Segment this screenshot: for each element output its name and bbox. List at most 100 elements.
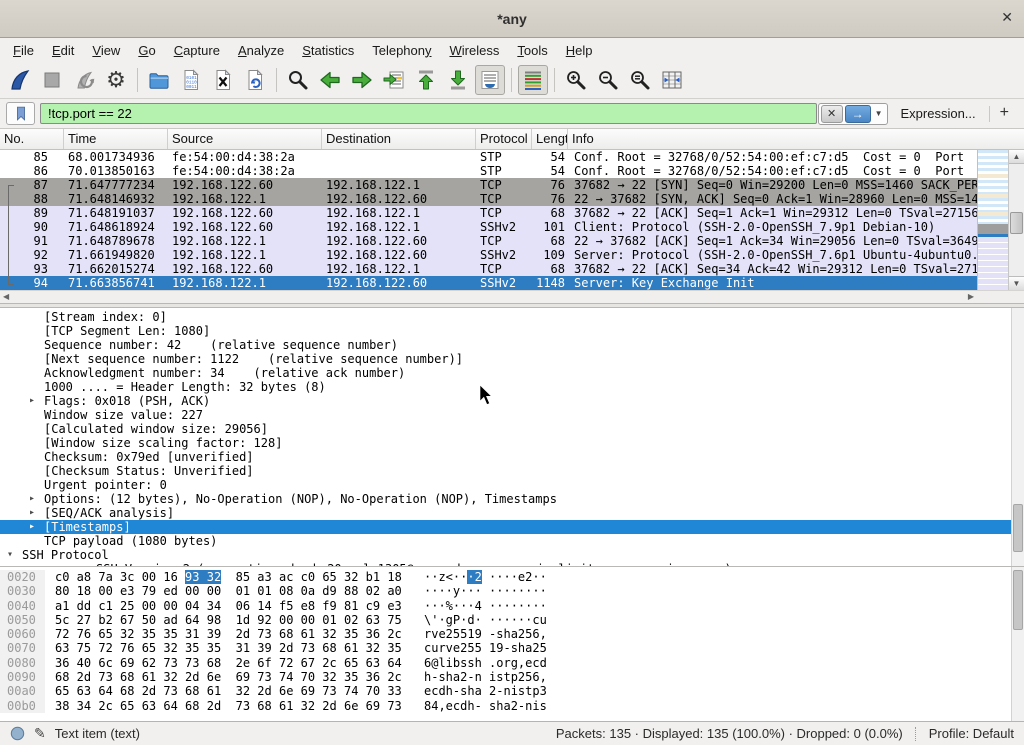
packet-row[interactable]: 9171.648789678192.168.122.1192.168.122.6… — [0, 234, 977, 248]
collapsed-arrow-icon[interactable]: ▸ — [29, 520, 35, 534]
auto-scroll-button[interactable] — [475, 65, 505, 95]
detail-line[interactable]: ▸[Timestamps] — [0, 520, 1011, 534]
packet-row[interactable]: 9271.661949820192.168.122.1192.168.122.6… — [0, 248, 977, 262]
menu-go[interactable]: Go — [129, 40, 164, 61]
scroll-left-arrow-icon[interactable]: ◀ — [3, 291, 9, 302]
menu-capture[interactable]: Capture — [165, 40, 229, 61]
column-header-length[interactable]: Length — [532, 129, 568, 149]
add-filter-button[interactable]: + — [995, 104, 1018, 124]
collapsed-arrow-icon[interactable]: ▸ — [29, 506, 35, 520]
menu-analyze[interactable]: Analyze — [229, 40, 293, 61]
column-header-destination[interactable]: Destination — [322, 129, 476, 149]
detail-line[interactable]: ▸Options: (12 bytes), No-Operation (NOP)… — [0, 492, 1011, 506]
packet-row[interactable]: 9071.648618924192.168.122.60192.168.122.… — [0, 220, 977, 234]
detail-line[interactable]: ▸Flags: 0x018 (PSH, ACK) — [0, 394, 1011, 408]
scrollbar-thumb[interactable] — [1013, 504, 1023, 552]
menu-file[interactable]: File — [4, 40, 43, 61]
collapsed-arrow-icon[interactable]: ▸ — [29, 492, 35, 506]
hex-row[interactable]: 00a065 63 64 68 2d 73 68 61 32 2d 6e 69 … — [0, 684, 1011, 698]
menu-help[interactable]: Help — [557, 40, 602, 61]
detail-line[interactable]: [Checksum Status: Unverified] — [0, 464, 1011, 478]
hex-row[interactable]: 006072 76 65 32 35 35 31 39 2d 73 68 61 … — [0, 627, 1011, 641]
detail-line[interactable]: [Calculated window size: 29056] — [0, 422, 1011, 436]
packet-row[interactable]: 8670.013850163fe:54:00:d4:38:2aSTP54Conf… — [0, 164, 977, 178]
go-forward-button[interactable] — [347, 65, 377, 95]
collapsed-arrow-icon[interactable]: ▸ — [63, 562, 69, 566]
column-header-no[interactable]: No. — [0, 129, 64, 149]
close-file-button[interactable] — [208, 65, 238, 95]
column-header-source[interactable]: Source — [168, 129, 322, 149]
intelligent-scrollbar-minimap[interactable] — [977, 150, 1008, 290]
detail-line[interactable]: [Next sequence number: 1122 (relative se… — [0, 352, 1011, 366]
display-filter-input[interactable]: !tcp.port == 22 — [40, 103, 817, 124]
zoom-original-button[interactable] — [625, 65, 655, 95]
find-packet-button[interactable] — [283, 65, 313, 95]
detail-line[interactable]: Sequence number: 42 (relative sequence n… — [0, 338, 1011, 352]
reload-file-button[interactable] — [240, 65, 270, 95]
column-header-protocol[interactable]: Protocol — [476, 129, 532, 149]
detail-line[interactable]: [TCP Segment Len: 1080] — [0, 324, 1011, 338]
detail-line[interactable]: ▸[SEQ/ACK analysis] — [0, 506, 1011, 520]
filter-dropdown-caret[interactable]: ▼ — [873, 109, 885, 118]
detail-line[interactable]: [Stream index: 0] — [0, 310, 1011, 324]
expanded-arrow-icon[interactable]: ▾ — [7, 548, 13, 562]
scrollbar-track[interactable] — [1009, 164, 1024, 276]
save-file-button[interactable]: 010101100011 — [176, 65, 206, 95]
scroll-down-arrow-icon[interactable]: ▼ — [1009, 276, 1024, 290]
expert-info-icon[interactable] — [10, 726, 25, 741]
packet-row[interactable]: 8871.648146932192.168.122.1192.168.122.6… — [0, 192, 977, 206]
expression-button[interactable]: Expression... — [893, 106, 984, 121]
detail-line[interactable]: [Window size scaling factor: 128] — [0, 436, 1011, 450]
packet-row[interactable]: 8771.647777234192.168.122.60192.168.122.… — [0, 178, 977, 192]
menu-edit[interactable]: Edit — [43, 40, 83, 61]
zoom-out-button[interactable] — [593, 65, 623, 95]
menu-telephony[interactable]: Telephony — [363, 40, 440, 61]
menu-view[interactable]: View — [83, 40, 129, 61]
detail-line[interactable]: ▸SSH Version 2 (encryption:chacha20-poly… — [0, 562, 1011, 566]
scrollbar-thumb[interactable] — [1013, 570, 1023, 630]
hex-row[interactable]: 003080 18 00 e3 79 ed 00 00 01 01 08 0a … — [0, 584, 1011, 598]
detail-line[interactable]: 1000 .... = Header Length: 32 bytes (8) — [0, 380, 1011, 394]
colorize-button[interactable] — [518, 65, 548, 95]
hex-row[interactable]: 0020c0 a8 7a 3c 00 16 93 32 85 a3 ac c0 … — [0, 570, 1011, 584]
go-to-top-button[interactable] — [411, 65, 441, 95]
detail-line[interactable]: Window size value: 227 — [0, 408, 1011, 422]
detail-line[interactable]: TCP payload (1080 bytes) — [0, 534, 1011, 548]
packet-row[interactable]: 9371.662015274192.168.122.60192.168.122.… — [0, 262, 977, 276]
hex-row[interactable]: 0040a1 dd c1 25 00 00 04 34 06 14 f5 e8 … — [0, 599, 1011, 613]
capture-options-button[interactable]: ⚙ — [101, 65, 131, 95]
detail-line[interactable]: Acknowledgment number: 34 (relative ack … — [0, 366, 1011, 380]
filter-clear-button[interactable]: ✕ — [821, 105, 843, 123]
packet-list-hscrollbar[interactable]: ◀ ▶ — [0, 290, 1024, 303]
hex-row[interactable]: 008036 40 6c 69 62 73 73 68 2e 6f 72 67 … — [0, 656, 1011, 670]
packet-row[interactable]: 8568.001734936fe:54:00:d4:38:2aSTP54Conf… — [0, 150, 977, 164]
collapsed-arrow-icon[interactable]: ▸ — [29, 394, 35, 408]
go-back-button[interactable] — [315, 65, 345, 95]
go-to-bottom-button[interactable] — [443, 65, 473, 95]
packet-row[interactable]: 8971.648191037192.168.122.60192.168.122.… — [0, 206, 977, 220]
menu-tools[interactable]: Tools — [508, 40, 556, 61]
detail-line[interactable]: Checksum: 0x79ed [unverified] — [0, 450, 1011, 464]
menu-wireless[interactable]: Wireless — [441, 40, 509, 61]
detail-line[interactable]: Urgent pointer: 0 — [0, 478, 1011, 492]
close-window-button[interactable]: ✕ — [1001, 9, 1013, 25]
stop-capture-button[interactable] — [37, 65, 67, 95]
scroll-right-arrow-icon[interactable]: ▶ — [968, 291, 974, 302]
profile-text[interactable]: Profile: Default — [929, 726, 1014, 741]
hex-row[interactable]: 00b038 34 2c 65 63 64 68 2d 73 68 61 32 … — [0, 699, 1011, 713]
menu-statistics[interactable]: Statistics — [293, 40, 363, 61]
filter-bookmark-button[interactable] — [6, 102, 35, 125]
hex-row[interactable]: 007063 75 72 76 65 32 35 35 31 39 2d 73 … — [0, 641, 1011, 655]
hex-scrollbar[interactable] — [1011, 567, 1024, 721]
filter-apply-button[interactable]: → — [845, 105, 871, 123]
hex-row[interactable]: 009068 2d 73 68 61 32 2d 6e 69 73 74 70 … — [0, 670, 1011, 684]
packet-list-scrollbar[interactable]: ▲ ▼ — [1008, 150, 1024, 290]
hex-row[interactable]: 00505c 27 b2 67 50 ad 64 98 1d 92 00 00 … — [0, 613, 1011, 627]
detail-line[interactable]: ▾SSH Protocol — [0, 548, 1011, 562]
zoom-in-button[interactable] — [561, 65, 591, 95]
start-capture-button[interactable] — [5, 65, 35, 95]
open-file-button[interactable] — [144, 65, 174, 95]
scroll-up-arrow-icon[interactable]: ▲ — [1009, 150, 1024, 164]
restart-capture-button[interactable] — [69, 65, 99, 95]
go-to-packet-button[interactable] — [379, 65, 409, 95]
